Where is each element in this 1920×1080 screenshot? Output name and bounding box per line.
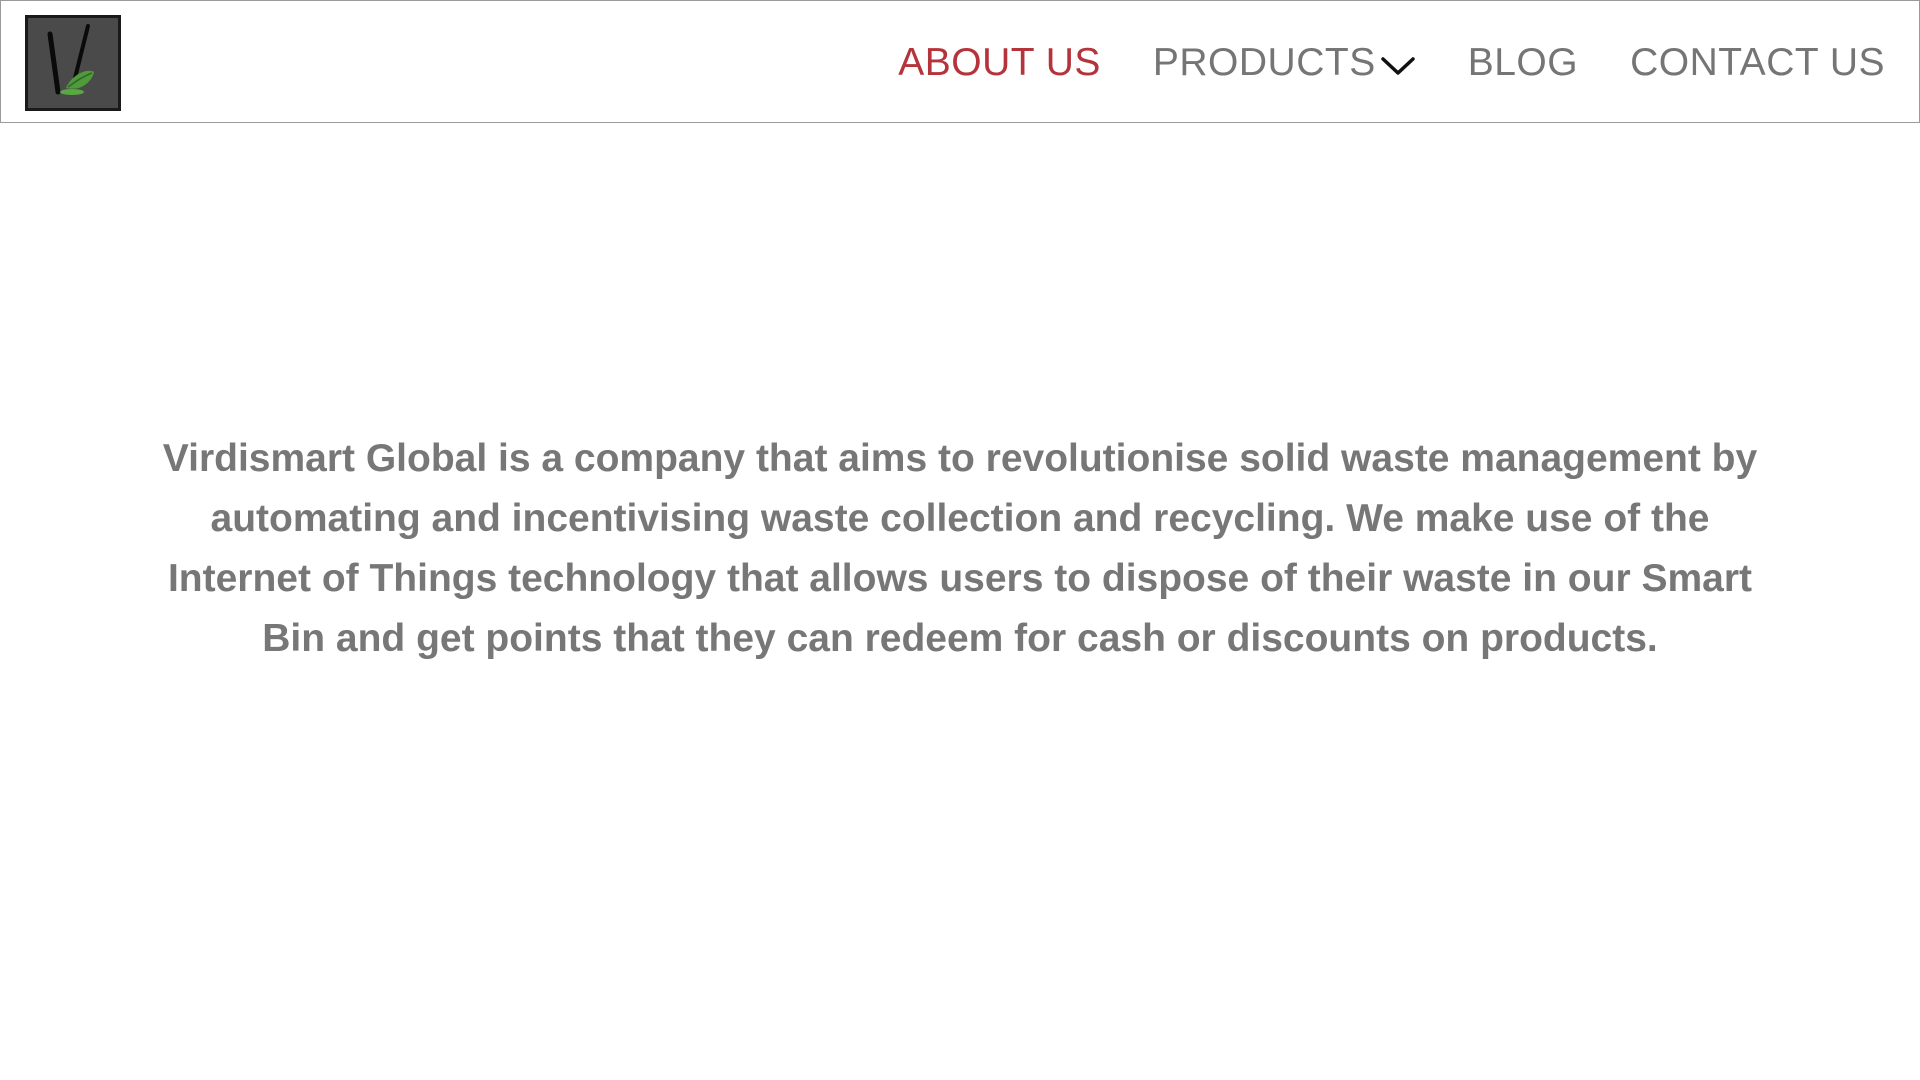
nav-contact-us[interactable]: CONTACT US <box>1630 41 1885 85</box>
site-header: ABOUT US PRODUCTS BLOG CONTACT US <box>0 0 1920 123</box>
site-logo[interactable] <box>25 15 121 111</box>
nav-about-us[interactable]: ABOUT US <box>898 41 1101 85</box>
main-nav: ABOUT US PRODUCTS BLOG CONTACT US <box>898 1 1885 124</box>
nav-blog-label: BLOG <box>1467 40 1579 84</box>
nav-about-us-label: ABOUT US <box>898 40 1101 84</box>
chevron-down-icon[interactable] <box>1380 55 1416 77</box>
main-content: Virdismart Global is a company that aims… <box>0 123 1920 1080</box>
nav-products[interactable]: PRODUCTS <box>1153 41 1416 85</box>
nav-blog[interactable]: BLOG <box>1468 41 1578 85</box>
company-intro-text: Virdismart Global is a company that aims… <box>162 437 1758 660</box>
virdismart-leaf-logo-icon <box>28 18 118 108</box>
nav-products-label: PRODUCTS <box>1152 40 1376 84</box>
nav-contact-us-label: CONTACT US <box>1630 40 1885 84</box>
